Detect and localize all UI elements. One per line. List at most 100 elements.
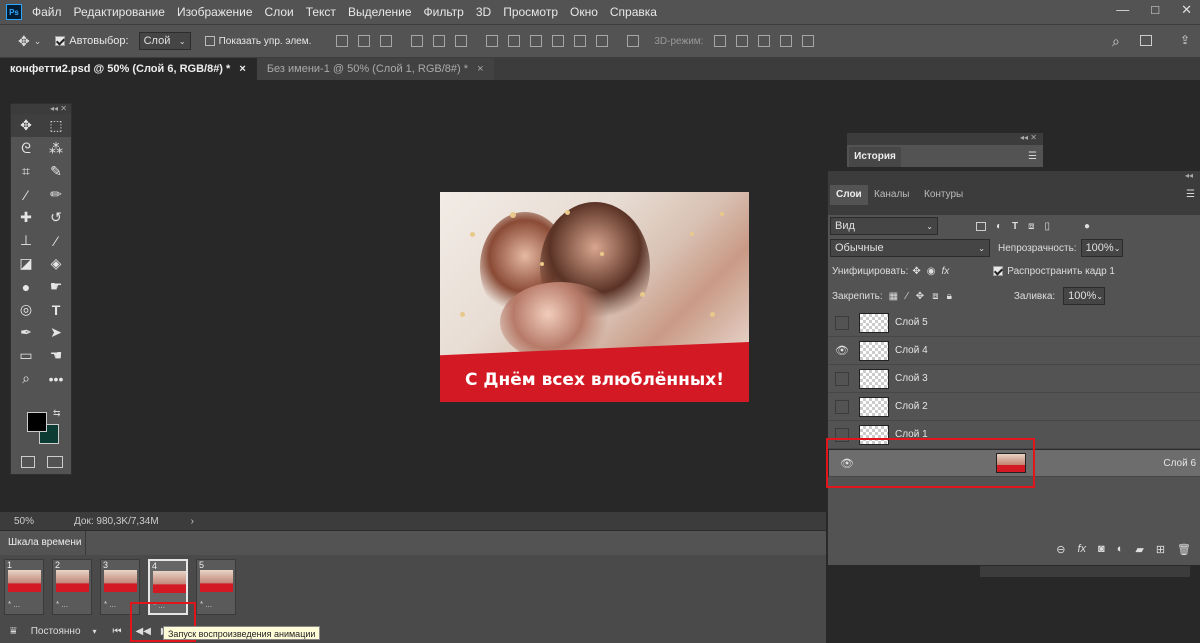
timeline-frame[interactable]: 5 * ... (196, 559, 236, 615)
adjustment-icon[interactable]: ◐ (1117, 543, 1124, 555)
tab-channels[interactable]: Каналы (868, 185, 916, 205)
fill-field[interactable]: 100% ⌄ (1063, 287, 1106, 305)
fx-icon[interactable]: fx (1077, 543, 1086, 555)
menu-view[interactable]: Просмотр (503, 5, 558, 19)
align-vcenter-icon[interactable] (358, 35, 371, 47)
layer-row[interactable]: Слой 5 (828, 309, 1200, 337)
tab-layers[interactable]: Слои (830, 185, 868, 205)
close-icon[interactable]: × (477, 63, 483, 75)
layer-row[interactable]: Слой 2 (828, 393, 1200, 421)
lock-all-icon[interactable]: 🔒︎ (947, 291, 952, 302)
zoom-tool-icon[interactable]: ⌕ (14, 370, 38, 387)
chevron-down-icon[interactable]: ▾ (93, 627, 97, 636)
menu-image[interactable]: Изображение (177, 5, 253, 19)
blur-icon[interactable]: ● (14, 279, 38, 295)
tab-paths[interactable]: Контуры (918, 185, 969, 205)
filter-toggle-icon[interactable]: ● (1084, 221, 1090, 232)
align-right-icon[interactable] (455, 35, 468, 47)
more-tools-icon[interactable]: ••• (44, 371, 68, 387)
distribute-hcenter-icon[interactable] (574, 35, 587, 47)
menu-window[interactable]: Окно (570, 5, 598, 19)
new-layer-icon[interactable]: ⊞ (1156, 543, 1165, 556)
zoom-level[interactable]: 50% (14, 516, 34, 527)
maximize-button[interactable]: □ (1151, 2, 1159, 18)
marquee-tool-icon[interactable]: ⬚ (44, 117, 68, 134)
history-panel-header[interactable]: ◂◂ ✕ (847, 133, 1043, 145)
blend-mode-dropdown[interactable]: Обычные ⌄ (830, 239, 990, 257)
link-icon[interactable]: ⊖ (1056, 543, 1065, 556)
visibility-toggle[interactable] (835, 399, 849, 414)
distribute-vcenter-icon[interactable] (508, 35, 521, 47)
menu-3d[interactable]: 3D (476, 5, 491, 19)
layer-row[interactable]: 👁︎ Слой 4 (828, 337, 1200, 365)
close-window-button[interactable]: ✕ (1181, 2, 1192, 18)
menu-edit[interactable]: Редактирование (74, 5, 165, 19)
filter-shape-icon[interactable]: ⧈ (1028, 221, 1034, 232)
lock-pixels-icon[interactable]: ⁄ (906, 291, 908, 302)
chevron-down-icon[interactable]: ⌄ (34, 36, 42, 47)
autoselect-checkbox[interactable] (55, 35, 69, 47)
workspace-icon[interactable] (1140, 35, 1152, 46)
filter-adjust-icon[interactable]: ◐ (996, 221, 1002, 232)
frame-duration[interactable]: * ... (104, 600, 116, 609)
filter-pixel-icon[interactable] (976, 221, 986, 231)
tools-panel-header[interactable]: ◂◂ ✕ (11, 104, 71, 114)
menu-filter[interactable]: Фильтр (424, 5, 464, 19)
lasso-tool-icon[interactable]: ᘓ (14, 140, 38, 157)
layer-filter-dropdown[interactable]: Вид ⌄ (830, 217, 938, 235)
align-left-icon[interactable] (411, 35, 424, 47)
quick-mask-icon[interactable] (21, 456, 35, 468)
visibility-toggle[interactable] (835, 371, 849, 386)
auto-align-icon[interactable] (627, 35, 640, 47)
healing-icon[interactable]: ✚ (14, 209, 38, 226)
menu-select[interactable]: Выделение (348, 5, 412, 19)
move-tool-icon[interactable]: ✥ (14, 117, 38, 134)
close-icon[interactable]: × (239, 63, 245, 75)
filter-smart-icon[interactable]: ▯ (1045, 221, 1051, 232)
filter-type-icon[interactable]: T (1012, 221, 1018, 232)
align-hcenter-icon[interactable] (433, 35, 446, 47)
show-controls-checkbox[interactable] (204, 35, 219, 47)
rectangle-tool-icon[interactable]: ▭ (14, 347, 38, 364)
collapse-icon[interactable]: ◂◂ (1185, 171, 1193, 180)
3d-scale-icon[interactable] (802, 35, 815, 47)
tab-history[interactable]: История (849, 147, 901, 167)
layer-row[interactable]: Слой 3 (828, 365, 1200, 393)
pencil-icon[interactable]: ✏ (44, 186, 68, 203)
smudge-icon[interactable]: ☛ (44, 278, 68, 295)
pen-tool-icon[interactable]: ✒ (14, 324, 38, 341)
crop-tool-icon[interactable]: ⌗ (14, 163, 38, 180)
distribute-bottom-icon[interactable] (530, 35, 543, 47)
status-menu-arrow[interactable]: › (191, 516, 194, 527)
align-top-icon[interactable] (336, 35, 349, 47)
loop-dropdown[interactable]: Постоянно (31, 626, 81, 637)
frame-duration[interactable]: * ... (56, 600, 68, 609)
frame-duration[interactable]: * ... (200, 600, 212, 609)
propagate-checkbox[interactable] (993, 265, 1007, 277)
panel-menu-icon[interactable]: ☰ (1028, 151, 1037, 162)
panel-menu-icon[interactable]: ☰ (1186, 189, 1195, 200)
screen-mode-icon[interactable] (47, 456, 63, 468)
path-select-icon[interactable]: ➤ (44, 324, 68, 341)
hand-tool-icon[interactable]: ☚ (44, 347, 68, 364)
trash-icon[interactable]: 🗑︎ (1177, 543, 1191, 556)
eraser-icon[interactable]: ◪ (14, 255, 38, 272)
swap-colors-icon[interactable]: ⇆ (53, 408, 61, 419)
timeline-frame[interactable]: 1 * ... (4, 559, 44, 615)
foreground-color-swatch[interactable] (27, 412, 47, 432)
brush-icon[interactable]: ⁄ (14, 187, 38, 203)
mask-icon[interactable]: ◙ (1098, 543, 1105, 555)
timeline-frame[interactable]: 2 * ... (52, 559, 92, 615)
canvas-image[interactable]: С Днём всех влюблённых! (440, 192, 749, 402)
distribute-left-icon[interactable] (552, 35, 565, 47)
folder-icon[interactable]: ▰ (1135, 543, 1143, 556)
minimize-button[interactable]: — (1116, 2, 1129, 18)
type-tool-icon[interactable]: T (44, 302, 68, 318)
frame-duration[interactable]: * ... (8, 600, 20, 609)
mixer-brush-icon[interactable]: ⁄ (44, 233, 68, 249)
move-tool-icon[interactable]: ✥ (18, 33, 30, 50)
first-frame-icon[interactable]: ⏮ (113, 626, 122, 637)
3d-slide-icon[interactable] (780, 35, 793, 47)
menu-help[interactable]: Справка (610, 5, 657, 19)
timeline-title[interactable]: Шкала времени (0, 531, 86, 555)
